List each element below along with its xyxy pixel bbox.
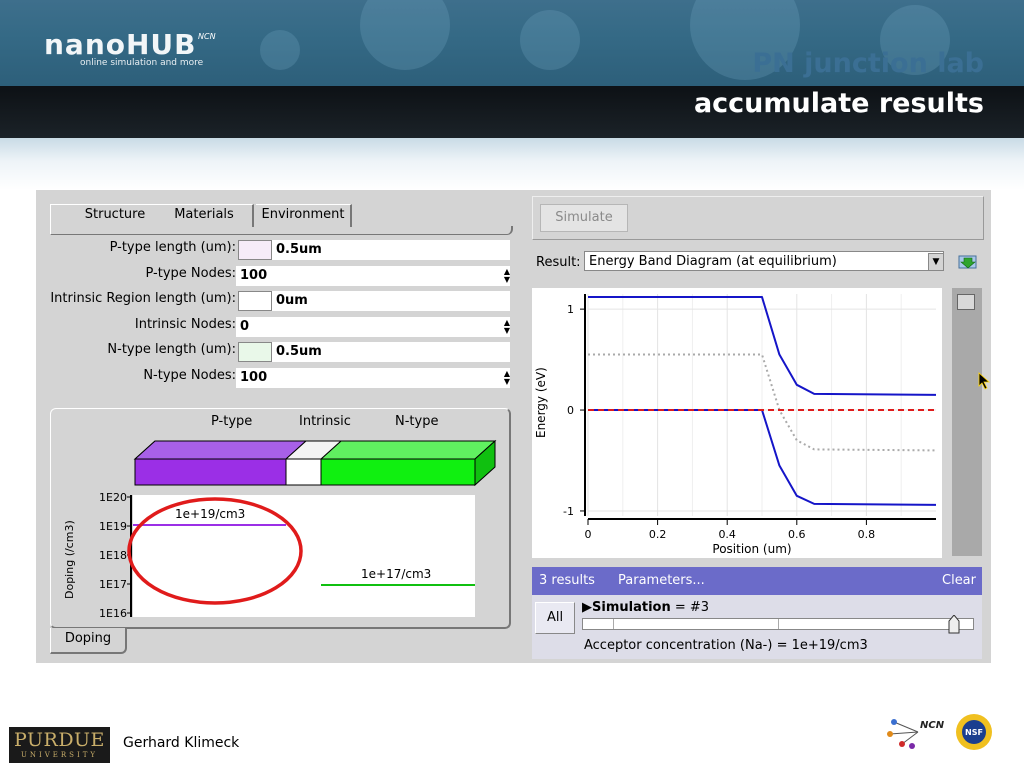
field-intrinsic-length: Intrinsic Region length (um): 0um xyxy=(36,291,512,313)
chevron-down-icon[interactable]: ▼ xyxy=(928,253,944,271)
slide-title: PN junction lab accumulate results xyxy=(694,44,984,124)
author-name: Gerhard Klimeck xyxy=(123,735,240,751)
nsf-text: NSF xyxy=(965,728,983,737)
i-nodes-input[interactable]: 0 xyxy=(236,317,510,337)
doping-tick: 1E18 xyxy=(99,549,127,562)
result-label: Result: xyxy=(536,255,581,270)
block-top-p xyxy=(133,440,308,460)
doping-tick: 1E20 xyxy=(99,491,127,504)
p-doping-value: 1e+19/cm3 xyxy=(175,507,245,521)
field-label: Intrinsic Region length (um): xyxy=(50,291,236,306)
tab-materials[interactable]: Materials xyxy=(156,204,254,227)
doping-tick: 1E17 xyxy=(99,578,127,591)
i-nodes-spinner[interactable]: ▲ ▼ xyxy=(502,319,512,335)
title-line-2: accumulate results xyxy=(693,88,984,119)
simulate-button[interactable]: Simulate xyxy=(540,204,628,232)
p-region-block xyxy=(134,458,287,486)
y-tick-label: -1 xyxy=(563,505,574,518)
field-p-type-length: P-type length (um): 0.5um xyxy=(36,240,512,262)
rappture-app: Structure Materials Environment P-type l… xyxy=(36,190,991,663)
n-nodes-spinner[interactable]: ▲ ▼ xyxy=(502,370,512,386)
field-n-type-length: N-type length (um): 0.5um xyxy=(36,342,512,364)
download-icon[interactable] xyxy=(958,252,978,270)
doping-ylabel: Doping (/cm3) xyxy=(63,520,76,599)
ncn-logo: NCN xyxy=(887,719,945,749)
p-nodes-spinner[interactable]: ▲ ▼ xyxy=(502,268,512,284)
x-tick-label: 0.2 xyxy=(649,528,667,541)
purdue-wordmark: PURDUE xyxy=(14,729,105,751)
chart-xlabel: Position (um) xyxy=(712,542,791,556)
logo-tagline: online simulation and more xyxy=(80,58,204,68)
n-color-swatch xyxy=(238,342,272,362)
n-type-label: N-type xyxy=(395,414,438,429)
slider-handle[interactable] xyxy=(948,615,960,635)
ncn-project-logo: NCN xyxy=(198,32,216,41)
field-label: P-type length (um): xyxy=(109,240,236,255)
structure-drawing: P-type Intrinsic N-type 1E20 1E19 1E18 1… xyxy=(63,414,497,620)
intrinsic-label: Intrinsic xyxy=(299,414,351,429)
structure-panel: P-type Intrinsic N-type 1E20 1E19 1E18 1… xyxy=(50,408,511,629)
x-tick-label: 0 xyxy=(585,528,592,541)
y-tick-label: 1 xyxy=(567,303,574,316)
field-label: P-type Nodes: xyxy=(145,266,237,281)
i-color-swatch xyxy=(238,291,272,311)
clear-button[interactable]: Clear xyxy=(942,567,976,595)
p-length-input[interactable]: 0.5um xyxy=(272,240,510,260)
field-n-type-nodes: N-type Nodes: 100 ▲ ▼ xyxy=(36,368,512,390)
nanohub-logo: nanoHUB online simulation and more xyxy=(44,28,203,68)
mouse-cursor-icon xyxy=(978,372,991,390)
x-tick-label: 0.4 xyxy=(718,528,736,541)
nsf-logo: NSF xyxy=(956,714,992,750)
expand-arrow-icon: ▶ xyxy=(582,600,592,615)
field-label: Intrinsic Nodes: xyxy=(134,317,236,332)
n-nodes-input[interactable]: 100 xyxy=(236,368,510,388)
logo-name: nanoHUB xyxy=(44,28,197,61)
n-region-block xyxy=(320,458,476,486)
p-nodes-input[interactable]: 100 xyxy=(236,266,510,286)
field-label: N-type Nodes: xyxy=(143,368,236,383)
energy-band-chart: Energy (eV) Position (um) 1 0 -1 0 0.2 0.4 0.6… xyxy=(534,294,937,556)
doping-tick: 1E19 xyxy=(99,520,127,533)
field-label: N-type length (um): xyxy=(107,342,236,357)
chart-ylabel: Energy (eV) xyxy=(534,367,548,438)
i-length-input[interactable]: 0um xyxy=(272,291,510,311)
purdue-subtitle: UNIVERSITY xyxy=(20,751,99,759)
simulation-slider[interactable] xyxy=(582,615,974,634)
plot-scrollbar[interactable] xyxy=(952,288,982,556)
x-tick-label: 0.6 xyxy=(788,528,806,541)
field-p-type-nodes: P-type Nodes: 100 ▲ ▼ xyxy=(36,266,512,288)
y-tick-label: 0 xyxy=(567,404,574,417)
simulation-name: Simulation xyxy=(592,600,671,615)
tab-panel-border xyxy=(50,226,513,235)
block-top-n xyxy=(319,440,497,460)
tab-environment[interactable]: Environment xyxy=(256,204,352,227)
result-select[interactable]: Energy Band Diagram (at equilibrium) xyxy=(584,251,944,271)
ncn-text: NCN xyxy=(920,720,945,731)
purdue-logo: PURDUE UNIVERSITY xyxy=(9,727,110,763)
header-fade xyxy=(0,138,1024,190)
results-bar: 3 results Parameters... Clear xyxy=(532,567,982,595)
x-tick-label: 0.8 xyxy=(858,528,876,541)
acceptor-concentration: Acceptor concentration (Na-) = 1e+19/cm3 xyxy=(584,638,868,653)
parameters-button[interactable]: Parameters... xyxy=(618,567,705,595)
all-button[interactable]: All xyxy=(535,602,575,634)
field-intrinsic-nodes: Intrinsic Nodes: 0 ▲ ▼ xyxy=(36,317,512,339)
scroll-button[interactable] xyxy=(957,294,975,310)
p-type-label: P-type xyxy=(211,414,252,429)
simulation-selector[interactable]: ▶Simulation = #3 xyxy=(582,600,709,615)
simulation-value: = #3 xyxy=(674,600,710,615)
i-region-block xyxy=(285,458,322,486)
n-doping-value: 1e+17/cm3 xyxy=(361,567,431,581)
title-line-1: PN junction lab xyxy=(752,48,984,79)
results-count: 3 results xyxy=(539,573,595,588)
p-color-swatch xyxy=(238,240,272,260)
tab-doping[interactable]: Doping xyxy=(50,628,127,654)
energy-band-plot: Energy (eV) Position (um) 1 0 -1 0 0.2 0.4 0.6… xyxy=(532,288,942,558)
doping-tick: 1E16 xyxy=(99,607,127,620)
n-length-input[interactable]: 0.5um xyxy=(272,342,510,362)
slide-header: nanoHUB online simulation and more NCN P… xyxy=(0,0,1024,190)
